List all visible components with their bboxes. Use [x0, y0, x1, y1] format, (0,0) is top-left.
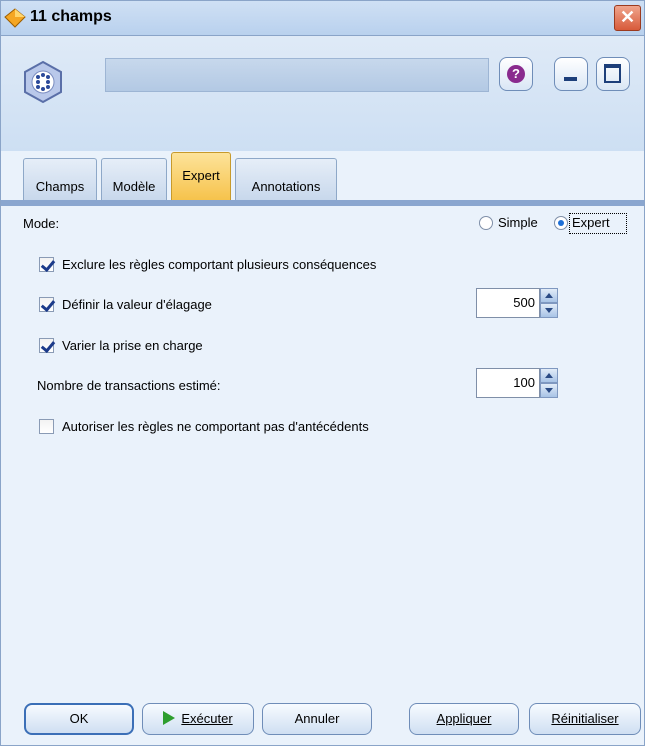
vary-support-checkbox[interactable]	[39, 338, 54, 353]
title-bar[interactable]: 11 champs ✕	[1, 1, 644, 36]
run-button[interactable]: Exécuter	[142, 703, 254, 735]
pruning-spinner: 500	[476, 288, 558, 318]
tab-modele[interactable]: Modèle	[101, 158, 167, 200]
apply-label: Appliquer	[436, 711, 492, 726]
dialog-window: 11 champs ✕ ? Champs Modèle Expert Annot…	[0, 0, 645, 746]
tab-annotations[interactable]: Annotations	[235, 158, 337, 200]
maximize-icon	[604, 64, 621, 83]
pruning-value-field[interactable]: 500	[476, 288, 540, 318]
transactions-spinner: 100	[476, 368, 558, 398]
reset-label: Réinitialiser	[551, 711, 619, 726]
allow-rules-checkbox[interactable]	[39, 419, 54, 434]
pruning-checkbox[interactable]	[39, 297, 54, 312]
node-header: ?	[1, 36, 644, 151]
mode-expert-label[interactable]: Expert	[572, 215, 610, 230]
pruning-spin-buttons	[540, 288, 558, 318]
allow-rules-label[interactable]: Autoriser les règles ne comportant pas d…	[62, 419, 369, 434]
spin-up-icon[interactable]	[540, 368, 558, 383]
apply-button[interactable]: Appliquer	[409, 703, 519, 735]
spin-down-icon[interactable]	[540, 383, 558, 398]
transactions-label: Nombre de transactions estimé:	[37, 378, 221, 393]
spin-down-icon[interactable]	[540, 303, 558, 318]
mode-label: Mode:	[23, 216, 60, 231]
play-icon	[163, 711, 176, 725]
close-icon: ✕	[619, 7, 636, 27]
run-label: Exécuter	[181, 711, 233, 726]
reset-button[interactable]: Réinitialiser	[529, 703, 641, 735]
window-title: 11 champs	[30, 8, 112, 25]
minimize-button[interactable]	[554, 57, 588, 91]
tab-expert[interactable]: Expert	[171, 152, 231, 201]
help-button[interactable]: ?	[499, 57, 533, 91]
ok-button[interactable]: OK	[24, 703, 134, 735]
minimize-icon	[564, 77, 577, 81]
expert-panel: Mode: Simple Expert Exclure les règles c…	[1, 206, 644, 686]
association-model-icon	[24, 60, 62, 104]
maximize-button[interactable]	[596, 57, 630, 91]
spin-up-icon[interactable]	[540, 288, 558, 303]
node-diamond-icon	[4, 8, 26, 28]
exclude-rules-label[interactable]: Exclure les règles comportant plusieurs …	[62, 257, 376, 272]
exclude-rules-checkbox[interactable]	[39, 257, 54, 272]
mode-simple-radio[interactable]	[479, 216, 493, 230]
tab-champs[interactable]: Champs	[23, 158, 97, 200]
ok-label: OK	[69, 711, 89, 726]
cancel-label: Annuler	[294, 711, 340, 726]
close-button[interactable]: ✕	[614, 5, 641, 31]
vary-support-label[interactable]: Varier la prise en charge	[62, 338, 203, 353]
transactions-spin-buttons	[540, 368, 558, 398]
mode-expert-radio[interactable]	[554, 216, 568, 230]
pruning-label[interactable]: Définir la valeur d'élagage	[62, 297, 212, 312]
cancel-button[interactable]: Annuler	[262, 703, 372, 735]
help-icon: ?	[507, 65, 525, 83]
dialog-footer: OK Exécuter Annuler Appliquer Réinitiali…	[1, 686, 644, 745]
mode-simple-label[interactable]: Simple	[498, 215, 538, 230]
transactions-value-field[interactable]: 100	[476, 368, 540, 398]
node-name-field[interactable]	[105, 58, 489, 92]
